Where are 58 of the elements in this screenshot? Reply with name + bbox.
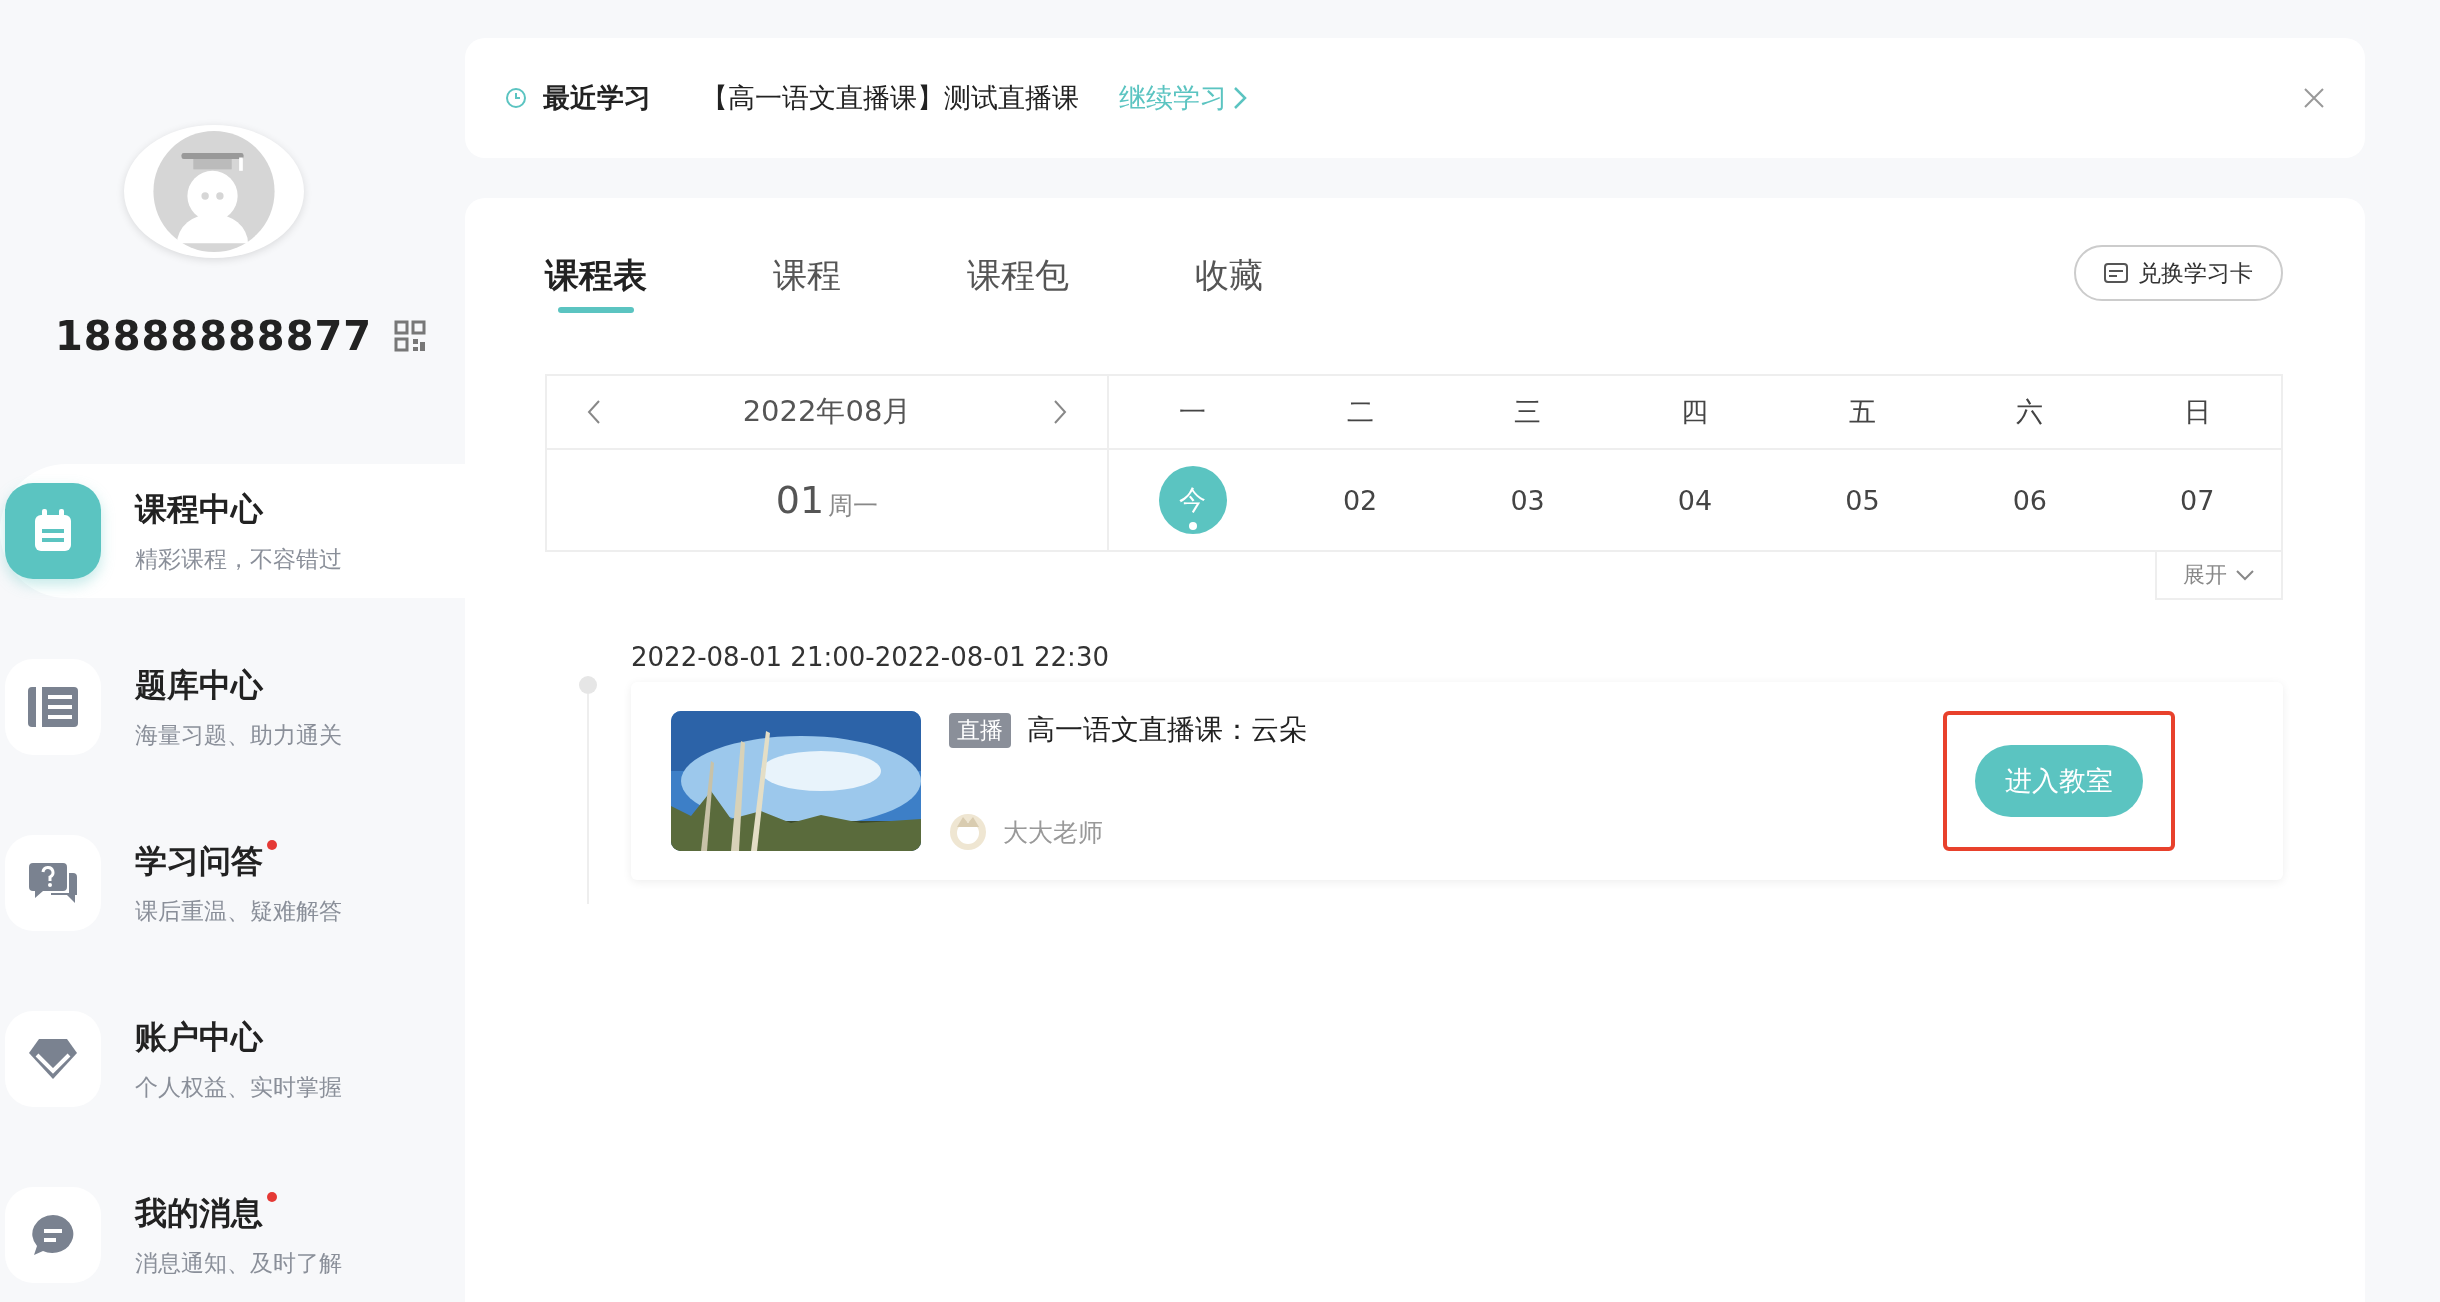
menu-subtitle: 课后重温、疑难解答 (135, 896, 342, 926)
menu-item[interactable]: 题库中心 海量习题、助力通关 (0, 640, 465, 774)
tab[interactable]: 课程表 (545, 238, 647, 328)
tab[interactable]: 课程 (769, 238, 845, 328)
teacher-avatar (949, 813, 987, 851)
recent-label: 最近学习 (543, 81, 651, 115)
menu-title: 我的消息 (135, 1192, 263, 1234)
session-title: 高一语文直播课：云朵 (1027, 712, 1307, 748)
redeem-card-button[interactable]: 兑换学习卡 (2074, 245, 2283, 301)
menu-item[interactable]: 课程中心 精彩课程，不容错过 (0, 464, 465, 598)
tab[interactable]: 收藏 (1191, 238, 1267, 328)
date[interactable]: 02 (1326, 466, 1395, 534)
date[interactable]: 03 (1493, 466, 1562, 534)
diamond-icon (29, 1039, 77, 1079)
menu-item[interactable]: 账户中心 个人权益、实时掌握 (0, 992, 465, 1126)
recent-course: 【高一语文直播课】测试直播课 (701, 81, 1079, 115)
date[interactable]: 06 (1995, 466, 2064, 534)
selected-weekday: 周一 (828, 489, 879, 522)
tab[interactable]: 课程包 (967, 238, 1069, 328)
teacher-name: 大大老师 (1003, 816, 1103, 849)
phone-number: 18888888877 (55, 313, 373, 359)
chevron-down-icon (2235, 569, 2255, 581)
chat-bubble-icon (30, 1213, 76, 1257)
clock-icon (505, 87, 527, 109)
weekday-label: 五 (1848, 395, 1876, 429)
calendar-icon (33, 509, 73, 553)
expand-button[interactable]: 展开 (2155, 552, 2283, 600)
menu-title: 学习问答 (135, 840, 263, 882)
date[interactable]: 07 (2163, 466, 2232, 534)
menu-item[interactable]: 学习问答 课后重温、疑难解答 (0, 816, 465, 950)
weekday-label: 三 (1514, 395, 1542, 429)
menu-item[interactable]: 我的消息 消息通知、及时了解 (0, 1168, 465, 1302)
menu-subtitle: 精彩课程，不容错过 (135, 544, 342, 574)
chat-question-icon (29, 861, 77, 905)
weekday-label: 四 (1681, 395, 1709, 429)
weekday-label: 一 (1179, 395, 1207, 429)
weekday-label: 日 (2183, 395, 2211, 429)
menu-title: 账户中心 (135, 1016, 263, 1058)
month-label: 2022年08月 (742, 393, 912, 430)
live-tag: 直播 (949, 712, 1011, 748)
weekday-label: 六 (2016, 395, 2044, 429)
weekday-label: 二 (1346, 395, 1374, 429)
menu-title: 课程中心 (135, 488, 263, 530)
menu-title: 题库中心 (135, 664, 263, 706)
selected-day: 01 (775, 478, 825, 522)
session-time: 2022-08-01 21:00-2022-08-01 22:30 (631, 642, 1110, 672)
next-month-icon[interactable] (1053, 399, 1067, 425)
close-icon[interactable] (2303, 87, 2325, 109)
qr-code-icon[interactable] (394, 320, 427, 352)
previous-month-icon[interactable] (587, 399, 601, 425)
date[interactable]: 05 (1828, 466, 1897, 534)
menu-subtitle: 海量习题、助力通关 (135, 720, 342, 750)
date[interactable]: 04 (1661, 466, 1729, 534)
menu-subtitle: 个人权益、实时掌握 (135, 1072, 342, 1102)
card-icon (2104, 263, 2128, 283)
chevron-right-icon (1233, 86, 1247, 110)
book-list-icon (28, 685, 78, 729)
menu-subtitle: 消息通知、及时了解 (135, 1248, 342, 1278)
